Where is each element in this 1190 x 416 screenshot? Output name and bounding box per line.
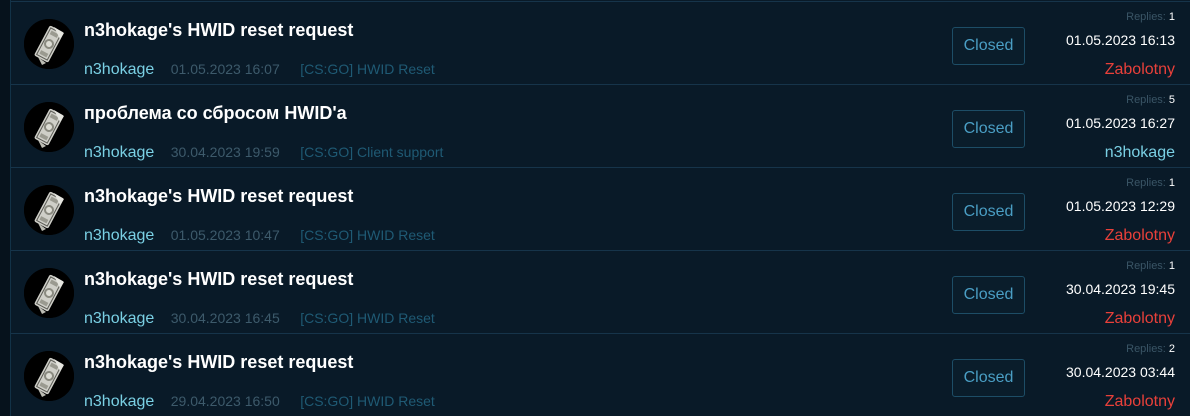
- thread-row: n3hokage's HWID reset request n3hokage 0…: [11, 167, 1190, 249]
- thread-title-link[interactable]: n3hokage's HWID reset request: [84, 352, 353, 373]
- dollar-bill-avatar-icon[interactable]: [24, 19, 74, 69]
- thread-created-date: 01.05.2023 10:47: [170, 227, 280, 243]
- replies-label: Replies:: [1126, 177, 1166, 189]
- dollar-bill-avatar-icon[interactable]: [24, 268, 74, 318]
- thread-author-link[interactable]: n3hokage: [84, 144, 154, 161]
- thread-row: n3hokage's HWID reset request n3hokage 2…: [11, 333, 1190, 415]
- last-post-user-link[interactable]: Zabolotny: [1105, 227, 1175, 245]
- thread-forum-link[interactable]: [CS:GO] HWID Reset: [300, 61, 435, 77]
- replies-value: 1: [1168, 11, 1175, 23]
- replies-count: Replies: 1: [1126, 260, 1175, 272]
- thread-forum-link[interactable]: [CS:GO] HWID Reset: [300, 393, 435, 409]
- thread-created-date: 30.04.2023 16:45: [170, 310, 280, 326]
- replies-value: 5: [1168, 94, 1175, 106]
- thread-author-link[interactable]: n3hokage: [84, 61, 154, 78]
- thread-list: n3hokage's HWID reset request n3hokage 0…: [10, 0, 1190, 416]
- last-post-user-link[interactable]: n3hokage: [1105, 144, 1175, 162]
- replies-count: Replies: 5: [1126, 94, 1175, 106]
- thread-meta: n3hokage 30.04.2023 19:59 [CS:GO] Client…: [84, 144, 443, 164]
- replies-value: 1: [1168, 260, 1175, 272]
- last-post-date: 01.05.2023 16:27: [1066, 115, 1175, 131]
- last-post-date: 01.05.2023 12:29: [1066, 198, 1175, 214]
- thread-forum-link[interactable]: [CS:GO] HWID Reset: [300, 310, 435, 326]
- dollar-bill-avatar-icon[interactable]: [24, 102, 74, 152]
- thread-meta: n3hokage 01.05.2023 16:07 [CS:GO] HWID R…: [84, 61, 435, 81]
- replies-value: 1: [1168, 177, 1175, 189]
- replies-label: Replies:: [1126, 260, 1166, 272]
- thread-created-date: 29.04.2023 16:50: [170, 393, 280, 409]
- replies-label: Replies:: [1126, 94, 1166, 106]
- replies-label: Replies:: [1126, 343, 1166, 355]
- thread-author-link[interactable]: n3hokage: [84, 310, 154, 327]
- last-post-date: 01.05.2023 16:13: [1066, 32, 1175, 48]
- dollar-bill-avatar-icon[interactable]: [24, 351, 74, 401]
- status-closed-button[interactable]: Closed: [952, 359, 1025, 397]
- last-post-user-link[interactable]: Zabolotny: [1105, 61, 1175, 79]
- thread-meta: n3hokage 29.04.2023 16:50 [CS:GO] HWID R…: [84, 393, 435, 413]
- thread-title-link[interactable]: проблема со сбросом HWID'a: [84, 103, 347, 124]
- thread-meta: n3hokage 30.04.2023 16:45 [CS:GO] HWID R…: [84, 310, 435, 330]
- thread-meta: n3hokage 01.05.2023 10:47 [CS:GO] HWID R…: [84, 227, 435, 247]
- replies-label: Replies:: [1126, 11, 1166, 23]
- thread-author-link[interactable]: n3hokage: [84, 393, 154, 410]
- replies-count: Replies: 1: [1126, 11, 1175, 23]
- thread-author-link[interactable]: n3hokage: [84, 227, 154, 244]
- thread-title-link[interactable]: n3hokage's HWID reset request: [84, 20, 353, 41]
- thread-title-link[interactable]: n3hokage's HWID reset request: [84, 269, 353, 290]
- thread-row: проблема со сбросом HWID'a n3hokage 30.0…: [11, 84, 1190, 166]
- status-closed-button[interactable]: Closed: [952, 276, 1025, 314]
- last-post-user-link[interactable]: Zabolotny: [1105, 310, 1175, 328]
- dollar-bill-avatar-icon[interactable]: [24, 185, 74, 235]
- replies-count: Replies: 1: [1126, 177, 1175, 189]
- status-closed-button[interactable]: Closed: [952, 27, 1025, 65]
- status-closed-button[interactable]: Closed: [952, 193, 1025, 231]
- thread-created-date: 01.05.2023 16:07: [170, 61, 280, 77]
- thread-row: n3hokage's HWID reset request n3hokage 3…: [11, 250, 1190, 332]
- replies-value: 2: [1168, 343, 1175, 355]
- replies-count: Replies: 2: [1126, 343, 1175, 355]
- thread-forum-link[interactable]: [CS:GO] HWID Reset: [300, 227, 435, 243]
- thread-title-link[interactable]: n3hokage's HWID reset request: [84, 186, 353, 207]
- last-post-user-link[interactable]: Zabolotny: [1105, 393, 1175, 411]
- thread-forum-link[interactable]: [CS:GO] Client support: [300, 144, 443, 160]
- last-post-date: 30.04.2023 19:45: [1066, 281, 1175, 297]
- last-post-date: 30.04.2023 03:44: [1066, 364, 1175, 380]
- status-closed-button[interactable]: Closed: [952, 110, 1025, 148]
- thread-created-date: 30.04.2023 19:59: [170, 144, 280, 160]
- thread-row: n3hokage's HWID reset request n3hokage 0…: [11, 1, 1190, 83]
